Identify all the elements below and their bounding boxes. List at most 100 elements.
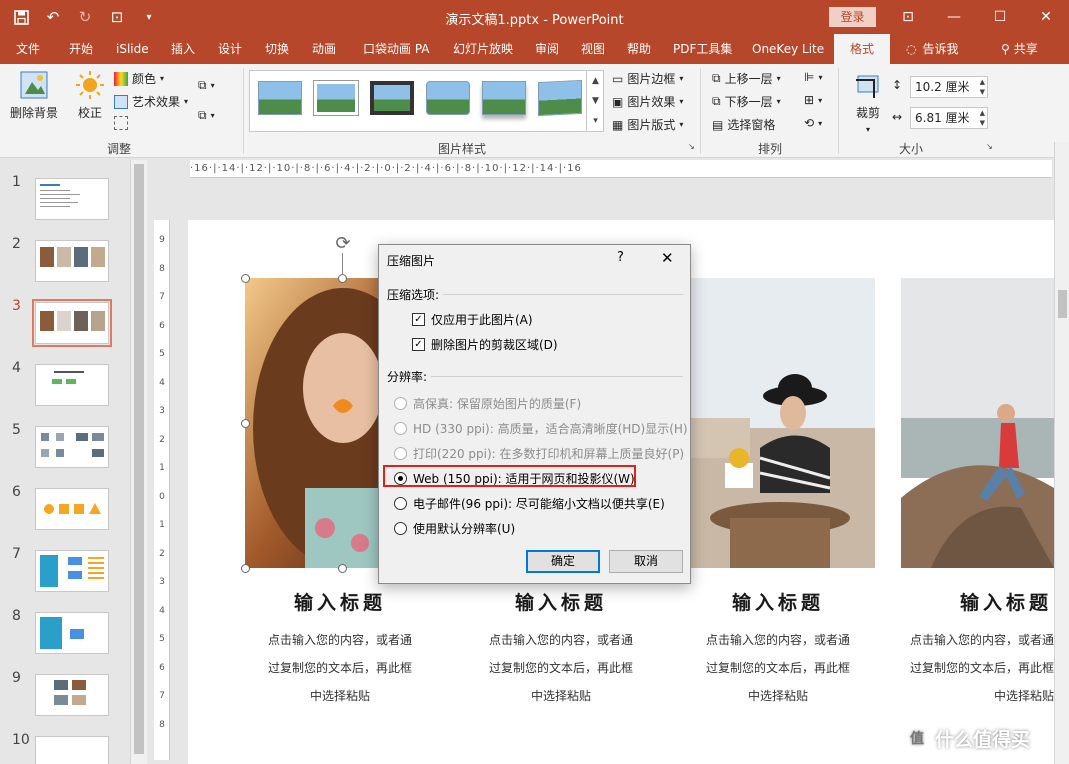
reset-picture-button[interactable]: ⧉ ▾ [198,108,215,123]
artistic-effects-button[interactable]: 艺术效果 ▾ [114,93,188,110]
resize-handle-bottom-left[interactable] [241,564,250,573]
minimize-icon[interactable]: — [931,0,977,34]
tab-pdf-tools[interactable]: PDF工具集 [673,34,732,64]
tab-pocket-animation[interactable]: 口袋动画 PA [363,34,430,64]
align-button[interactable]: ⊫ ▾ [804,70,822,84]
slide-thumbnail-5[interactable] [35,426,109,468]
tab-help[interactable]: 帮助 [627,34,651,64]
slide-thumbnail-6[interactable] [35,488,109,530]
scrollbar-thumb[interactable] [1058,290,1067,318]
corrections-button[interactable]: 校正 [70,70,110,121]
undo-icon[interactable]: ↶ [40,5,66,29]
editor-scrollbar[interactable] [1054,142,1069,764]
ok-button[interactable]: 确定 [526,550,600,573]
resolution-hd-radio[interactable]: HD (330 ppi): 高质量，适合高清晰度(HD)显示(H) [394,420,688,437]
card-body[interactable]: 点击输入您的内容，或者通 过复制您的文本后，再此框 中选择粘贴 [683,626,873,710]
tab-slideshow[interactable]: 幻灯片放映 [453,34,513,64]
picture-style-2[interactable] [314,81,358,115]
slide-thumbnail-3[interactable] [32,299,112,347]
width-input[interactable]: 6.81 厘米 ▲ ▼ [910,107,988,129]
slide-pane-scrollbar[interactable] [130,160,147,764]
tab-islide[interactable]: iSlide [116,34,149,64]
picture-layout-button[interactable]: ▦ 图片版式 ▾ [612,116,683,133]
present-from-start-icon[interactable]: ⊡ [104,5,130,29]
scrollbar-thumb[interactable] [134,164,144,754]
card-body[interactable]: 点击输入您的内容，或者通 过复制您的文本后，再此框 中选择粘贴 [466,626,656,710]
group-objects-button[interactable]: ⊞ ▾ [804,93,822,107]
gallery-more-icon[interactable]: ▾ [586,111,604,131]
tab-review[interactable]: 审阅 [535,34,559,64]
tab-insert[interactable]: 插入 [171,34,195,64]
card-title[interactable]: 输入标题 [683,588,873,615]
tab-format[interactable]: 格式 [834,34,891,64]
picture-style-4[interactable] [426,81,470,115]
tab-animations[interactable]: 动画 [312,34,336,64]
change-picture-button[interactable]: ⧉ ▾ [198,78,215,93]
photo-woman-hat[interactable] [690,278,875,568]
tell-me-search[interactable]: ◌ 告诉我 [906,34,959,64]
color-button[interactable]: 颜色 ▾ [114,70,164,87]
apply-only-this-checkbox[interactable]: ✓ 仅应用于此图片(A) [412,311,533,328]
bring-forward-button[interactable]: ⧉ 上移一层 ▾ [712,70,781,87]
card-title[interactable]: 输入标题 [245,588,435,615]
help-icon[interactable]: ? [617,250,624,265]
resize-handle-bottom[interactable] [338,564,347,573]
tab-transitions[interactable]: 切换 [265,34,289,64]
ribbon-display-options-icon[interactable]: ⊡ [885,0,931,34]
customize-qat-icon[interactable]: ▾ [136,5,162,29]
picture-border-button[interactable]: ▭ 图片边框 ▾ [612,70,683,87]
maximize-icon[interactable]: ☐ [977,0,1023,34]
save-icon[interactable] [8,5,34,29]
rotate-button[interactable]: ⟲ ▾ [804,116,822,130]
close-window-icon[interactable]: ✕ [1023,0,1069,34]
resize-handle-top[interactable] [338,274,347,283]
gallery-up-icon[interactable]: ▲ [586,71,604,91]
picture-effects-button[interactable]: ▣ 图片效果 ▾ [612,93,683,110]
cancel-button[interactable]: 取消 [609,550,683,573]
share-button[interactable]: ⚲ 共享 [1001,34,1038,64]
compress-pictures-button[interactable] [114,116,128,130]
resolution-print-radio[interactable]: 打印(220 ppi): 在多数打印机和屏幕上质量良好(P) [394,445,684,462]
card-title[interactable]: 输入标题 [466,588,656,615]
photo-woman-sitting[interactable] [901,278,1054,568]
rotate-handle-icon[interactable]: ⟳ [333,234,353,254]
send-backward-button[interactable]: ⧉ 下移一层 ▾ [712,93,781,110]
resolution-email-radio[interactable]: 电子邮件(96 ppi): 尽可能缩小文档以便共享(E) [394,495,665,512]
picture-style-1[interactable] [258,81,302,115]
slide-thumbnail-4[interactable] [35,364,109,406]
resize-handle-top-left[interactable] [241,274,250,283]
card-title[interactable]: 输入标题 [861,588,1054,615]
slide-thumbnail-7[interactable] [35,550,109,592]
tab-design[interactable]: 设计 [218,34,242,64]
height-input[interactable]: 10.2 厘米 ▲ ▼ [910,76,988,98]
crop-button[interactable]: 裁剪 ▾ [848,72,888,135]
selection-pane-button[interactable]: ▤ 选择窗格 [712,116,775,133]
gallery-down-icon[interactable]: ▼ [586,91,604,111]
remove-background-button[interactable]: 删除背景 [6,70,62,121]
slide-thumbnail-8[interactable] [35,612,109,654]
delete-cropped-areas-checkbox[interactable]: ✓ 删除图片的剪裁区域(D) [412,336,558,353]
slide-thumbnail-2[interactable] [35,240,109,282]
resize-handle-left[interactable] [241,419,250,428]
tab-home[interactable]: 开始 [69,34,93,64]
picture-style-3[interactable] [370,81,414,115]
styles-dialog-launcher-icon[interactable]: ↘ [688,142,695,151]
picture-style-5[interactable] [482,81,526,115]
card-body[interactable]: 点击输入您的内容，或者通 过复制您的文本后，再此框 中选择粘贴 [245,626,435,710]
login-button[interactable]: 登录 [829,7,876,27]
close-icon[interactable]: ✕ [661,249,674,267]
picture-style-6[interactable] [538,79,582,117]
tab-view[interactable]: 视图 [581,34,605,64]
height-spinner-icon[interactable]: ▲ ▼ [980,77,985,97]
tab-onekey-lite[interactable]: OneKey Lite [752,34,824,64]
card-body[interactable]: 点击输入您的内容，或者通 过复制您的文本后，再此框 中选择粘贴 [864,626,1054,710]
slide-thumbnail-1[interactable] [35,178,109,220]
slide-thumbnail-10[interactable] [35,736,109,764]
resolution-high-fidelity-radio[interactable]: 高保真: 保留原始图片的质量(F) [394,395,581,412]
resolution-default-radio[interactable]: 使用默认分辨率(U) [394,520,515,537]
size-dialog-launcher-icon[interactable]: ↘ [986,142,993,151]
tab-file[interactable]: 文件 [16,34,40,64]
slide-thumbnail-9[interactable] [35,674,109,716]
redo-icon[interactable]: ↻ [72,5,98,29]
width-spinner-icon[interactable]: ▲ ▼ [980,108,985,128]
